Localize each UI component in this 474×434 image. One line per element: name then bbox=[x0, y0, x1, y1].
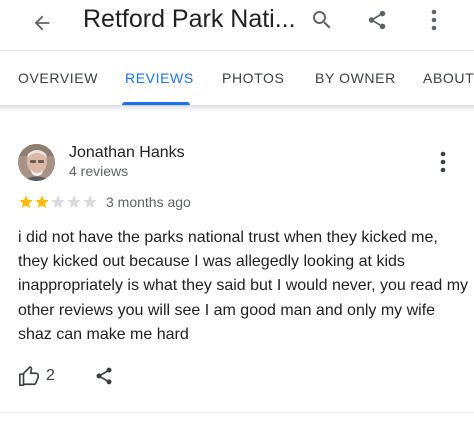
share-icon bbox=[368, 10, 386, 30]
tab-by-owner[interactable]: BY OWNER bbox=[315, 70, 396, 86]
review-text: i did not have the parks national trust … bbox=[18, 229, 469, 343]
like-button[interactable]: 2 bbox=[18, 364, 55, 388]
tab-overview[interactable]: OVERVIEW bbox=[18, 70, 98, 86]
like-count: 2 bbox=[46, 367, 55, 384]
tab-about[interactable]: ABOUT bbox=[423, 70, 474, 86]
more-options-button[interactable] bbox=[416, 1, 452, 39]
star-rating bbox=[18, 194, 98, 210]
app-bar: Retford Park Nati... bbox=[0, 0, 474, 50]
tab-bar: OVERVIEW REVIEWS PHOTOS BY OWNER ABOUT bbox=[0, 50, 474, 106]
star-filled-icon bbox=[19, 195, 33, 208]
avatar[interactable] bbox=[18, 144, 55, 181]
review-more-options-button[interactable] bbox=[432, 148, 454, 176]
tab-bar-shadow bbox=[0, 105, 474, 111]
avatar-photo bbox=[18, 144, 55, 181]
share-icon bbox=[96, 367, 112, 385]
share-button[interactable] bbox=[358, 1, 396, 39]
share-review-button[interactable] bbox=[93, 364, 115, 388]
reviewer-review-count: 4 reviews bbox=[69, 163, 129, 179]
reviewer-name[interactable]: Jonathan Hanks bbox=[69, 144, 185, 162]
star-empty-icon bbox=[51, 195, 65, 208]
search-button[interactable] bbox=[303, 1, 341, 39]
place-title: Retford Park Nati... bbox=[83, 5, 296, 33]
back-button[interactable] bbox=[22, 3, 62, 43]
star-empty-icon bbox=[83, 195, 97, 208]
search-icon bbox=[313, 11, 331, 29]
more-vert-icon bbox=[431, 9, 437, 31]
star-filled-icon bbox=[35, 195, 49, 208]
tab-photos[interactable]: PHOTOS bbox=[222, 70, 284, 86]
star-empty-icon bbox=[67, 195, 81, 208]
more-vert-icon bbox=[440, 151, 446, 173]
review-divider bbox=[0, 412, 474, 413]
review-date: 3 months ago bbox=[106, 194, 191, 210]
thumbs-up-icon bbox=[19, 366, 39, 386]
tab-reviews[interactable]: REVIEWS bbox=[125, 70, 194, 86]
back-arrow-icon bbox=[34, 15, 50, 31]
